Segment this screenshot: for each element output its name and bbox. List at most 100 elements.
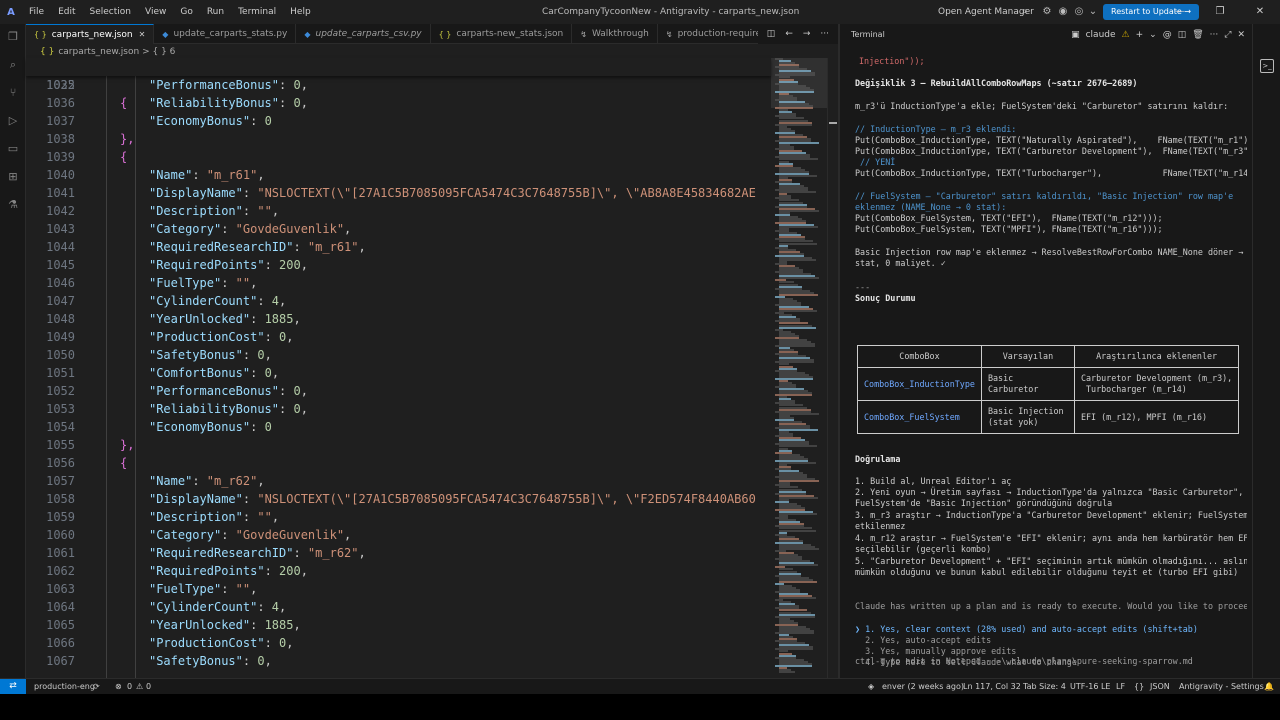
code-line[interactable]: 1041 "DisplayName": "NSLOCTEXT(\"[27A1C5B…: [26, 184, 771, 202]
more-actions-icon[interactable]: ···: [1210, 30, 1219, 40]
code-line[interactable]: 1042 "Description": "",: [26, 202, 771, 220]
tab-carparts-new-json[interactable]: { } carparts_new.json ✕: [26, 24, 155, 44]
menu-go[interactable]: Go: [173, 0, 199, 24]
tab-update-carparts-stats[interactable]: ◆ update_carparts_stats.py: [154, 24, 297, 44]
search-icon[interactable]: ⌕: [1018, 5, 1032, 19]
more-actions-icon[interactable]: ···: [820, 29, 829, 39]
menu-edit[interactable]: Edit: [51, 0, 82, 24]
extensions-icon[interactable]: ⊞: [6, 170, 20, 184]
breadcrumb-file[interactable]: carparts_new.json: [58, 47, 139, 57]
trash-icon[interactable]: 🗑: [1192, 30, 1203, 40]
code-line[interactable]: 1050 "SafetyBonus": 0,: [26, 346, 771, 364]
sync-icon[interactable]: ⟳: [93, 679, 100, 694]
terminal-view-icon[interactable]: >_: [1260, 59, 1274, 73]
vertical-scrollbar[interactable]: [827, 58, 838, 678]
code-line[interactable]: 1055},: [26, 436, 771, 454]
minimap[interactable]: [771, 58, 827, 678]
code-view[interactable]: 1035 "PerformanceBonus": 0, 1036 "Reliabili…: [26, 58, 771, 678]
language-mode[interactable]: JSON: [1150, 679, 1170, 694]
warning-icon[interactable]: ⚠: [136, 679, 143, 694]
run-debug-icon[interactable]: ▷: [6, 114, 20, 128]
code-line[interactable]: 1067 "SafetyBonus": 0,: [26, 652, 771, 670]
mention-icon[interactable]: @: [1163, 30, 1172, 40]
error-icon[interactable]: ⊗: [115, 679, 122, 694]
tab-carparts-new-stats[interactable]: { } carparts-new_stats.json: [431, 24, 573, 44]
terminal-output[interactable]: Injection")); Değişiklik 3 — RebuildAllC…: [855, 52, 1247, 672]
end-of-line[interactable]: LF: [1116, 679, 1125, 694]
code-line[interactable]: 1052 "PerformanceBonus": 0,: [26, 382, 771, 400]
go-forward-icon[interactable]: →: [803, 29, 811, 39]
scrollbar-thumb[interactable]: [829, 122, 837, 124]
code-line[interactable]: 1063 "FuelType": "",: [26, 580, 771, 598]
code-line[interactable]: 1043 "Category": "GovdeGuvenlik",: [26, 220, 771, 238]
minimize-icon[interactable]: —: [1160, 0, 1200, 24]
code-line[interactable]: 1062 "RequiredPoints": 200,: [26, 562, 771, 580]
code-line[interactable]: 1047 "CylinderCount": 4,: [26, 292, 771, 310]
cursor-position[interactable]: Ln 117, Col 32: [963, 679, 1021, 694]
code-line[interactable]: 1039 {: [26, 148, 771, 166]
warning-count[interactable]: 0: [146, 679, 151, 694]
code-line[interactable]: 1037 "EconomyBonus": 0: [26, 112, 771, 130]
sticky-scroll-line[interactable]: 1022 {: [26, 58, 771, 110]
code-line[interactable]: 1051 "ComfortBonus": 0,: [26, 364, 771, 382]
code-line[interactable]: 1058 "DisplayName": "NSLOCTEXT(\"[27A1C5B…: [26, 490, 771, 508]
settings-link[interactable]: Antigravity - Settings: [1179, 679, 1264, 694]
code-line[interactable]: 1054 "EconomyBonus": 0: [26, 418, 771, 436]
code-line[interactable]: 1053 "ReliabilityBonus": 0,: [26, 400, 771, 418]
code-line[interactable]: 1060 "Category": "GovdeGuvenlik",: [26, 526, 771, 544]
branch-name[interactable]: production-eng: [34, 679, 95, 694]
remote-explorer-icon[interactable]: ▭: [6, 142, 20, 156]
explorer-icon[interactable]: ❐: [6, 30, 20, 44]
maximize-icon[interactable]: ❐: [1200, 0, 1240, 24]
code-line[interactable]: 1065 "YearUnlocked": 1885,: [26, 616, 771, 634]
globe-icon[interactable]: ◎: [1072, 5, 1086, 19]
code-line[interactable]: 1045 "RequiredPoints": 200,: [26, 256, 771, 274]
menu-view[interactable]: View: [138, 0, 173, 24]
search-icon[interactable]: ⌕: [6, 58, 20, 72]
encoding[interactable]: UTF-16 LE: [1070, 679, 1110, 694]
source-control-icon[interactable]: ⑂: [6, 86, 20, 100]
close-icon[interactable]: ✕: [139, 30, 146, 39]
error-count[interactable]: 0: [127, 679, 132, 694]
new-terminal-icon[interactable]: +: [1136, 30, 1144, 40]
code-line[interactable]: 1061 "RequiredResearchID": "m_r62",: [26, 544, 771, 562]
code-line[interactable]: 1046 "FuelType": "",: [26, 274, 771, 292]
close-window-icon[interactable]: ✕: [1240, 0, 1280, 24]
code-line[interactable]: 1059 "Description": "",: [26, 508, 771, 526]
code-line[interactable]: 1049 "ProductionCost": 0,: [26, 328, 771, 346]
tab-update-carparts-csv[interactable]: ◆ update_carparts_csv.py: [296, 24, 431, 44]
notifications-bell-icon[interactable]: 🔔: [1264, 679, 1274, 694]
split-editor-icon[interactable]: ◫: [767, 29, 776, 39]
code-line[interactable]: 1064 "CylinderCount": 4,: [26, 598, 771, 616]
breadcrumb-node[interactable]: { } 6: [152, 47, 175, 57]
close-panel-icon[interactable]: ✕: [1237, 30, 1245, 40]
maximize-panel-icon[interactable]: ⤢: [1224, 30, 1231, 40]
code-line[interactable]: 1038},: [26, 130, 771, 148]
code-line[interactable]: 1040 "Name": "m_r61",: [26, 166, 771, 184]
remote-icon[interactable]: ⇄: [0, 679, 26, 695]
code-line[interactable]: 1048 "YearUnlocked": 1885,: [26, 310, 771, 328]
menu-help[interactable]: Help: [283, 0, 318, 24]
account-icon[interactable]: ◉: [1056, 5, 1070, 19]
code-line[interactable]: 1044 "RequiredResearchID": "m_r61",: [26, 238, 771, 256]
tab-walkthrough[interactable]: ↯ Walkthrough: [572, 24, 658, 44]
tab-size[interactable]: Tab Size: 4: [1023, 679, 1066, 694]
go-back-icon[interactable]: ←: [785, 29, 793, 39]
menu-run[interactable]: Run: [200, 0, 231, 24]
testing-flask-icon[interactable]: ⚗: [6, 198, 20, 212]
terminal-session-label[interactable]: claude: [1086, 30, 1116, 40]
code-line[interactable]: 1066 "ProductionCost": 0,: [26, 634, 771, 652]
menu-terminal[interactable]: Terminal: [231, 0, 283, 24]
code-line[interactable]: 1056 {: [26, 454, 771, 472]
settings-gear-icon[interactable]: ⚙: [1040, 5, 1054, 19]
code-line[interactable]: 1035 "PerformanceBonus": 0,: [26, 76, 771, 94]
chevron-down-icon[interactable]: ⌄: [1149, 30, 1157, 40]
code-line[interactable]: 1036 "ReliabilityBonus": 0,: [26, 94, 771, 112]
option-2[interactable]: 2. Yes, auto-accept edits: [855, 635, 991, 646]
chevron-down-icon[interactable]: ⌄: [1086, 5, 1100, 19]
git-blame[interactable]: enver (2 weeks ago): [882, 679, 964, 694]
menu-file[interactable]: File: [22, 0, 51, 24]
split-terminal-icon[interactable]: ◫: [1178, 30, 1187, 40]
code-line[interactable]: 1057 "Name": "m_r62",: [26, 472, 771, 490]
menu-selection[interactable]: Selection: [83, 0, 138, 24]
